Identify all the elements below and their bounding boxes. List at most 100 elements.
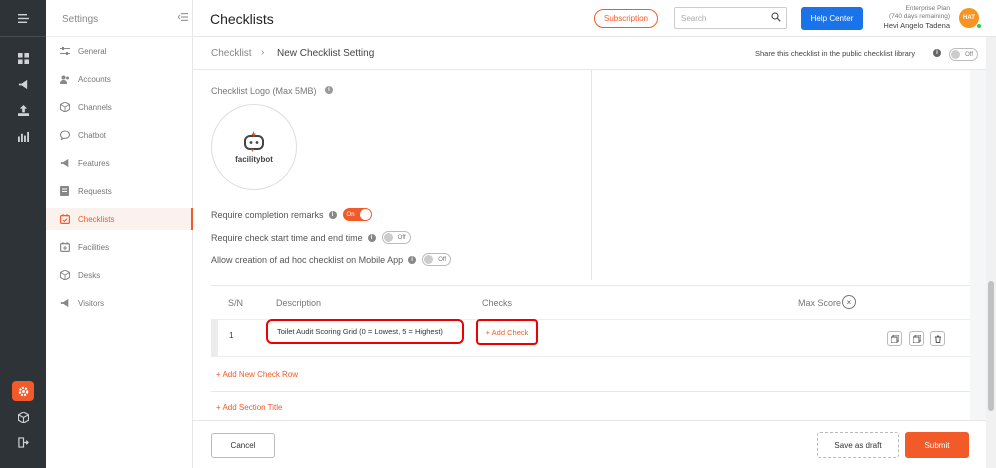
breadcrumb-separator: ›: [261, 47, 265, 58]
nav-label: Channels: [78, 102, 112, 112]
scrollbar-thumb[interactable]: [988, 281, 994, 411]
cancel-button[interactable]: Cancel: [211, 433, 275, 458]
toggle-state: On: [346, 211, 355, 218]
logout-icon[interactable]: [0, 432, 46, 452]
top-bar: Checklists Subscription Help Center Ente…: [193, 0, 996, 37]
row-drag-handle[interactable]: [211, 319, 218, 357]
help-center-button[interactable]: Help Center: [801, 7, 863, 30]
chat-icon: [59, 130, 70, 141]
nav-label: Features: [78, 158, 110, 168]
box-icon: [59, 102, 70, 113]
duplicate-icon[interactable]: [909, 331, 924, 346]
divider: [211, 391, 970, 392]
info-icon[interactable]: i: [933, 49, 941, 57]
completion-remarks-toggle[interactable]: On: [342, 208, 372, 221]
nav-item-checklists[interactable]: Checklists: [46, 208, 193, 230]
add-section-title-link[interactable]: + Add Section Title: [216, 403, 283, 412]
nav-item-requests[interactable]: Requests: [46, 180, 193, 202]
dashboard-icon[interactable]: [0, 48, 46, 68]
description-input[interactable]: Toilet Audit Scoring Grid (0 = Lowest, 5…: [266, 319, 464, 344]
plan-remaining: (740 days remaining): [888, 13, 950, 20]
nav-item-visitors[interactable]: Visitors: [46, 292, 193, 314]
option-start-end-time: Require check start time and end time i …: [211, 231, 411, 244]
nav-label: Requests: [78, 186, 112, 196]
page-title: Checklists: [210, 11, 274, 27]
brand-logo-text: facilitybot: [235, 154, 273, 164]
info-icon[interactable]: i: [325, 86, 333, 94]
start-end-time-toggle[interactable]: Off: [381, 231, 411, 244]
nav-label: General: [78, 46, 107, 56]
settings-panel: Settings General Accounts Channels Chatb…: [46, 0, 193, 468]
collapse-panel-icon[interactable]: [177, 13, 188, 24]
info-icon[interactable]: i: [367, 233, 376, 242]
toggle-knob: [424, 255, 434, 264]
main-content: Checklist › New Checklist Setting Share …: [193, 37, 986, 468]
settings-header: Settings: [46, 0, 193, 37]
option-adhoc-mobile: Allow creation of ad hoc checklist on Mo…: [211, 253, 452, 266]
menu-toggle-icon[interactable]: [0, 0, 46, 37]
desk-icon: [59, 270, 70, 281]
plan-info: Enterprise Plan (740 days remaining) Hev…: [883, 5, 950, 30]
users-icon: [59, 74, 70, 85]
toggle-knob: [951, 50, 960, 59]
share-library-label: Share this checklist in the public check…: [755, 49, 916, 58]
checklist-form: Checklist Logo (Max 5MB) i facilitybot R…: [193, 70, 970, 420]
upload-icon[interactable]: [0, 100, 46, 120]
add-check-button[interactable]: + Add Check: [476, 319, 538, 345]
megaphone-icon[interactable]: [0, 74, 46, 94]
search-box: [674, 7, 787, 29]
save-draft-button[interactable]: Save as draft: [817, 432, 899, 458]
nav-item-facilities[interactable]: Facilities: [46, 236, 193, 258]
column-header-max-score: Max Score: [798, 298, 842, 308]
logo-label: Checklist Logo (Max 5MB): [211, 86, 317, 96]
search-input[interactable]: [681, 12, 766, 25]
nav-item-accounts[interactable]: Accounts: [46, 68, 193, 90]
box-icon[interactable]: [0, 407, 46, 427]
breadcrumb-root[interactable]: Checklist: [211, 48, 252, 59]
add-new-check-row-link[interactable]: + Add New Check Row: [216, 370, 298, 379]
trash-icon[interactable]: [930, 331, 945, 346]
info-icon[interactable]: i: [408, 255, 417, 264]
nav-label: Visitors: [78, 298, 105, 308]
logo-upload[interactable]: facilitybot: [211, 104, 297, 190]
nav-item-chatbot[interactable]: Chatbot: [46, 124, 193, 146]
nav-item-channels[interactable]: Channels: [46, 96, 193, 118]
nav-item-features[interactable]: Features: [46, 152, 193, 174]
settings-gear-icon[interactable]: [12, 381, 34, 401]
share-library-toggle[interactable]: Off: [949, 48, 978, 61]
building-icon: [59, 242, 70, 253]
megaphone-icon: [59, 158, 70, 169]
nav-label: Checklists: [78, 214, 115, 224]
option-completion-remarks: Require completion remarks i On: [211, 208, 372, 221]
subscription-button[interactable]: Subscription: [594, 9, 658, 28]
visitor-icon: [59, 298, 70, 309]
nav-item-general[interactable]: General: [46, 40, 193, 62]
toggle-knob: [359, 209, 371, 220]
copy-icon[interactable]: [887, 331, 902, 346]
form-footer: Cancel Save as draft Submit: [193, 420, 986, 468]
info-icon[interactable]: i: [328, 210, 337, 219]
scrollbar[interactable]: [986, 37, 996, 468]
nav-label: Desks: [78, 270, 101, 280]
user-name: Hevi Angelo Tadena: [883, 21, 950, 30]
option-label: Require completion remarks: [211, 209, 324, 220]
column-header-description: Description: [276, 298, 322, 308]
option-label: Allow creation of ad hoc checklist on Mo…: [211, 254, 404, 265]
request-icon: [59, 186, 70, 197]
sliders-icon: [59, 46, 70, 57]
submit-button[interactable]: Submit: [905, 432, 969, 458]
option-label: Require check start time and end time: [211, 232, 363, 243]
analytics-icon[interactable]: [0, 126, 46, 146]
breadcrumb-current: New Checklist Setting: [277, 48, 375, 59]
toggle-state: Off: [965, 51, 973, 58]
search-icon[interactable]: [771, 12, 781, 24]
adhoc-mobile-toggle[interactable]: Off: [422, 253, 452, 266]
row-sn: 1: [229, 331, 234, 340]
nav-label: Chatbot: [78, 130, 107, 140]
nav-item-desks[interactable]: Desks: [46, 264, 193, 286]
breadcrumb: Checklist › New Checklist Setting Share …: [193, 37, 986, 70]
divider: [211, 285, 970, 286]
close-icon[interactable]: ×: [842, 295, 856, 309]
nav-label: Accounts: [78, 74, 111, 84]
nav-label: Facilities: [78, 242, 110, 252]
